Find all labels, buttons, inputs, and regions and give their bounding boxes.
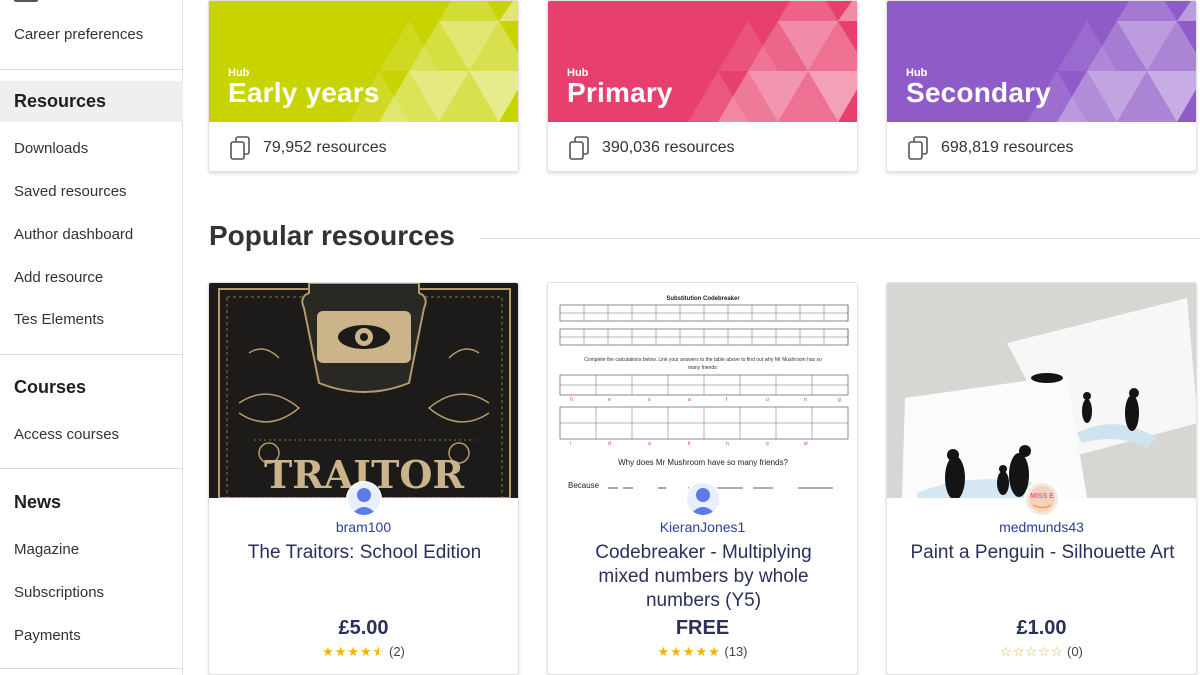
sidebar-item-subscriptions[interactable]: Subscriptions <box>14 584 104 601</box>
author-avatar[interactable] <box>685 481 721 517</box>
copy-documents-icon <box>230 135 250 160</box>
rating-count: (0) <box>1067 644 1083 659</box>
hub-banner: Hub Secondary <box>887 1 1196 122</box>
sidebar-item-tes-elements[interactable]: Tes Elements <box>14 311 104 328</box>
resource-card[interactable]: Substitution Codebreaker Complete the ca… <box>547 282 858 675</box>
svg-text:h: h <box>570 397 573 403</box>
sidebar-item-downloads[interactable]: Downloads <box>14 140 88 157</box>
rating: ☆☆☆☆☆ (0) <box>887 644 1196 660</box>
svg-text:u: u <box>766 397 769 403</box>
sidebar-divider <box>0 69 183 70</box>
hub-resource-count: 390,036 resources <box>602 138 735 156</box>
svg-text:g: g <box>838 397 841 403</box>
sidebar-item-author-dashboard[interactable]: Author dashboard <box>14 226 133 243</box>
penguin-cards-image <box>887 283 1196 498</box>
svg-text:a: a <box>648 441 651 447</box>
hub-footer: 698,819 resources <box>887 122 1196 171</box>
sidebar-heading-courses[interactable]: Courses <box>14 377 86 398</box>
codebreaker-worksheet-image: Substitution Codebreaker Complete the ca… <box>548 283 857 498</box>
hub-title: Secondary <box>906 77 1051 108</box>
author-link[interactable]: medmunds43 <box>887 519 1196 535</box>
resource-price: £1.00 <box>1016 617 1067 639</box>
resource-price: FREE <box>675 617 730 639</box>
sidebar-item-payments[interactable]: Payments <box>14 627 81 644</box>
star-rating-icons: ★★★★★ <box>657 644 721 659</box>
svg-text:many friends:: many friends: <box>688 365 718 371</box>
hub-resource-count: 79,952 resources <box>263 138 387 156</box>
star-rating-icons: ☆☆☆☆☆ <box>1000 644 1064 659</box>
sidebar-heading-resources[interactable]: Resources <box>14 91 106 112</box>
svg-text:d: d <box>608 441 611 447</box>
rating-count: (2) <box>389 644 405 659</box>
resource-card[interactable]: MISS E medmunds43 Paint a Penguin - Silh… <box>886 282 1197 675</box>
sidebar-item-add-resource[interactable]: Add resource <box>14 269 103 286</box>
sidebar-divider <box>0 668 183 669</box>
hub-footer: 390,036 resources <box>548 122 857 171</box>
resource-thumbnail[interactable] <box>887 283 1196 498</box>
author-avatar[interactable] <box>346 481 382 517</box>
svg-text:n: n <box>726 441 729 447</box>
author-link[interactable]: KieranJones1 <box>548 519 857 535</box>
svg-text:a: a <box>688 397 691 403</box>
star-rating-icons: ★★★★★☆ <box>322 644 386 659</box>
sidebar-divider <box>0 354 183 355</box>
hub-title: Primary <box>567 77 673 108</box>
copy-documents-icon <box>908 135 928 160</box>
rating-count: (13) <box>724 644 748 659</box>
sidebar-heading-news[interactable]: News <box>14 492 61 513</box>
sidebar-item-access-courses[interactable]: Access courses <box>14 426 119 443</box>
author-link[interactable]: bram100 <box>209 519 518 535</box>
worksheet-because: Because <box>568 481 600 490</box>
resource-title[interactable]: The Traitors: School Edition <box>229 541 500 565</box>
hub-title: Early years <box>228 77 380 108</box>
rating: ★★★★★☆ (2) <box>209 644 518 660</box>
sidebar-item-magazine[interactable]: Magazine <box>14 541 79 558</box>
user-icon <box>687 483 719 515</box>
section-heading-popular-resources: Popular resources <box>209 220 455 251</box>
resource-price: £5.00 <box>338 617 389 639</box>
sidebar: Career preferences Resources Downloads S… <box>0 0 183 675</box>
svg-text:o: o <box>766 441 769 447</box>
user-icon <box>348 483 380 515</box>
rating: ★★★★★ (13) <box>548 644 857 660</box>
resource-thumbnail[interactable]: Substitution Codebreaker Complete the ca… <box>548 283 857 498</box>
resource-card[interactable]: TRAITOR bram100 The Traitors: School Edi… <box>208 282 519 675</box>
resource-title[interactable]: Codebreaker - Multiplying mixed numbers … <box>568 541 839 613</box>
hub-card-primary[interactable]: Hub Primary 390,036 resources <box>547 0 858 172</box>
worksheet-title: Substitution Codebreaker <box>666 296 740 302</box>
hub-banner: Hub Early years <box>209 1 518 122</box>
avatar-text: MISS E <box>1030 493 1054 500</box>
resource-thumbnail[interactable]: TRAITOR <box>209 283 518 498</box>
svg-text:n: n <box>804 397 807 403</box>
section-divider <box>480 238 1200 239</box>
cropped-menu-item <box>14 0 38 2</box>
hub-card-secondary[interactable]: Hub Secondary 698,819 resources <box>886 0 1197 172</box>
hub-banner: Hub Primary <box>548 1 857 122</box>
svg-text:e: e <box>608 397 611 403</box>
hub-card-early-years[interactable]: Hub Early years 79,952 resources <box>208 0 519 172</box>
sidebar-item-saved-resources[interactable]: Saved resources <box>14 183 127 200</box>
copy-documents-icon <box>569 135 589 160</box>
hub-footer: 79,952 resources <box>209 122 518 171</box>
hub-resource-count: 698,819 resources <box>941 138 1074 156</box>
sidebar-divider <box>0 468 183 469</box>
sidebar-item-career-preferences[interactable]: Career preferences <box>14 26 143 43</box>
svg-text:w: w <box>804 441 808 447</box>
resource-title[interactable]: Paint a Penguin - Silhouette Art <box>907 541 1178 565</box>
svg-text:i: i <box>570 441 571 447</box>
traitors-cover-image: TRAITOR <box>209 283 518 498</box>
author-avatar[interactable]: MISS E <box>1024 481 1060 517</box>
worksheet-question: Why does Mr Mushroom have so many friend… <box>618 458 788 467</box>
author-logo-icon: MISS E <box>1026 483 1058 515</box>
svg-text:Complete the calculations belo: Complete the calculations below. Link yo… <box>584 357 822 363</box>
